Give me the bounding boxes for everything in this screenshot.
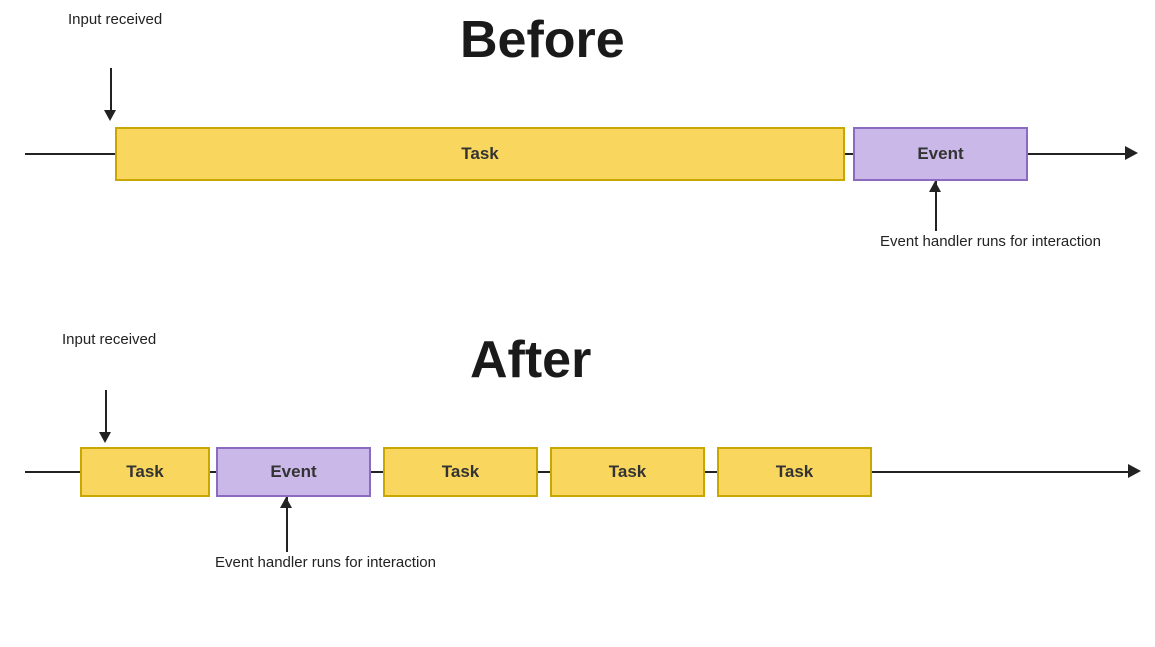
after-input-arrow-line [105, 390, 107, 434]
after-timeline-conn2 [371, 471, 383, 473]
after-timeline-conn3 [538, 471, 550, 473]
after-event-block: Event [216, 447, 371, 497]
before-event-block: Event [853, 127, 1028, 181]
diagram-container: Before Input received Task Event Event h… [0, 0, 1155, 647]
before-event-handler-arrow-head [929, 181, 941, 192]
after-input-received-label: Input received [62, 330, 156, 350]
before-timeline-right [1028, 153, 1128, 155]
before-timeline-arrow [1125, 146, 1138, 160]
after-input-arrow-head [99, 432, 111, 443]
before-timeline-left [25, 153, 115, 155]
after-timeline-arrow [1128, 464, 1141, 478]
after-event-handler-label: Event handler runs for interaction [215, 553, 436, 573]
after-task-block-2: Task [383, 447, 538, 497]
before-task-block: Task [115, 127, 845, 181]
after-timeline-conn4 [705, 471, 717, 473]
before-input-received-label: Input received [68, 10, 162, 30]
after-task-block-1: Task [80, 447, 210, 497]
after-event-handler-arrow-head [280, 497, 292, 508]
before-input-arrow-head [104, 110, 116, 121]
before-title: Before [460, 10, 625, 70]
after-timeline-left [25, 471, 80, 473]
after-timeline-right [872, 471, 1132, 473]
before-event-handler-label: Event handler runs for interaction [880, 232, 1101, 252]
after-task-block-3: Task [550, 447, 705, 497]
after-title: After [470, 330, 591, 390]
after-task-block-4: Task [717, 447, 872, 497]
before-input-arrow-line [110, 68, 112, 112]
before-timeline-mid [845, 153, 853, 155]
